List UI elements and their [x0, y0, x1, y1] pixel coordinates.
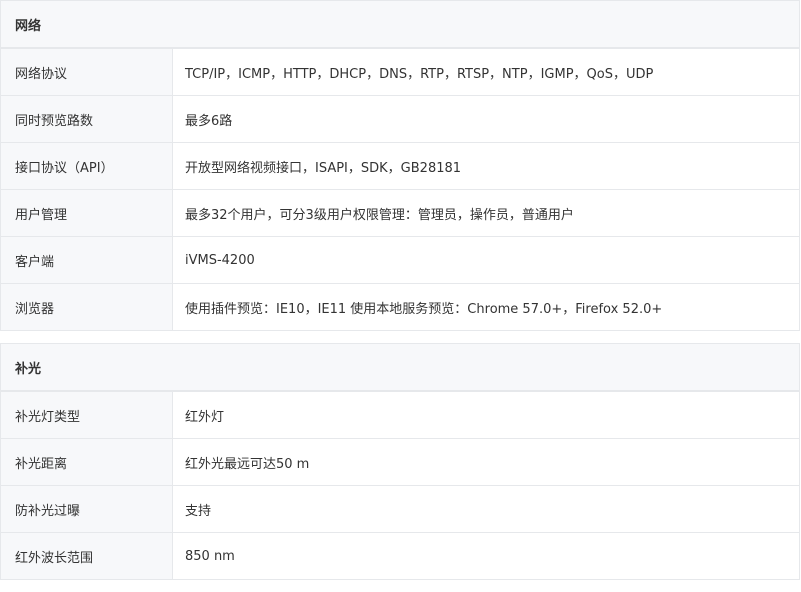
table-row: 防补光过曝 支持 [0, 485, 800, 533]
row-label: 防补光过曝 [0, 485, 173, 533]
row-value: TCP/IP，ICMP，HTTP，DHCP，DNS，RTP，RTSP，NTP，I… [172, 48, 800, 96]
table-row: 网络协议 TCP/IP，ICMP，HTTP，DHCP，DNS，RTP，RTSP，… [0, 48, 800, 96]
table-row: 红外波长范围 850 nm [0, 532, 800, 580]
table-row: 浏览器 使用插件预览：IE10，IE11 使用本地服务预览：Chrome 57.… [0, 283, 800, 331]
section-header-fill-light: 补光 [0, 343, 800, 391]
row-value: iVMS-4200 [172, 236, 800, 284]
table-row: 补光灯类型 红外灯 [0, 391, 800, 439]
section-title: 网络 [15, 18, 42, 34]
section-header-network: 网络 [0, 0, 800, 48]
row-label: 补光灯类型 [0, 391, 173, 439]
row-value: 开放型网络视频接口，ISAPI，SDK，GB28181 [172, 142, 800, 190]
row-label: 补光距离 [0, 438, 173, 486]
row-label: 同时预览路数 [0, 95, 173, 143]
section-title: 补光 [15, 361, 42, 377]
spec-table-fill-light: 补光灯类型 红外灯 补光距离 红外光最远可达50 m 防补光过曝 支持 红外波长… [0, 391, 800, 580]
spec-sheet: 网络 网络协议 TCP/IP，ICMP，HTTP，DHCP，DNS，RTP，RT… [0, 0, 801, 580]
table-row: 用户管理 最多32个用户，可分3级用户权限管理：管理员，操作员，普通用户 [0, 189, 800, 237]
table-row: 补光距离 红外光最远可达50 m [0, 438, 800, 486]
row-value: 红外光最远可达50 m [172, 438, 800, 486]
row-label: 客户端 [0, 236, 173, 284]
row-value: 使用插件预览：IE10，IE11 使用本地服务预览：Chrome 57.0+，F… [172, 283, 800, 331]
row-label: 接口协议（API） [0, 142, 173, 190]
row-value: 850 nm [172, 532, 800, 580]
row-label: 用户管理 [0, 189, 173, 237]
table-row: 接口协议（API） 开放型网络视频接口，ISAPI，SDK，GB28181 [0, 142, 800, 190]
row-value: 支持 [172, 485, 800, 533]
row-value: 最多32个用户，可分3级用户权限管理：管理员，操作员，普通用户 [172, 189, 800, 237]
row-label: 红外波长范围 [0, 532, 173, 580]
row-label: 网络协议 [0, 48, 173, 96]
section-divider [0, 331, 801, 343]
row-value: 最多6路 [172, 95, 800, 143]
spec-table-network: 网络协议 TCP/IP，ICMP，HTTP，DHCP，DNS，RTP，RTSP，… [0, 48, 800, 331]
table-row: 客户端 iVMS-4200 [0, 236, 800, 284]
row-label: 浏览器 [0, 283, 173, 331]
row-value: 红外灯 [172, 391, 800, 439]
table-row: 同时预览路数 最多6路 [0, 95, 800, 143]
